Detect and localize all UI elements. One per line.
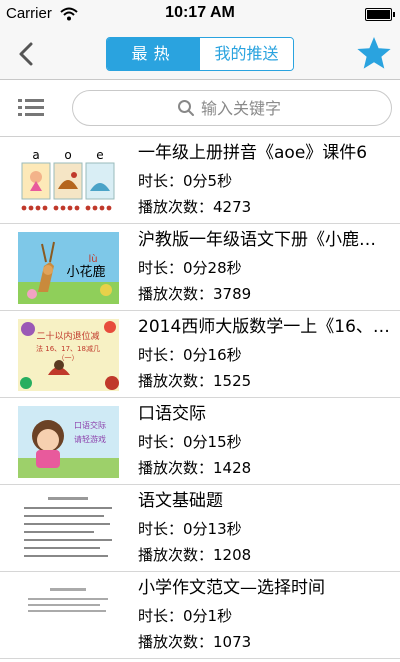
thumb-pinyin: lù: [88, 253, 97, 265]
list-item[interactable]: lù 小花鹿 沪教版一年级语文下册《小鹿的玫瑰花》 时长：0分28秒 播放次数：…: [0, 224, 400, 311]
item-duration: 时长：0分16秒: [138, 346, 242, 364]
item-title: 小学作文范文—选择时间: [138, 578, 325, 598]
item-title: 语文基础题: [138, 491, 223, 511]
status-time: 10:17 AM: [165, 4, 235, 21]
item-duration: 时长：0分28秒: [138, 259, 242, 277]
item-play-count: 播放次数：1525: [138, 372, 252, 390]
item-duration: 时长：0分5秒: [138, 172, 233, 190]
item-duration: 时长：0分1秒: [138, 607, 233, 625]
thumbnail: [18, 580, 119, 652]
list-item[interactable]: 小学作文范文—选择时间 时长：0分1秒 播放次数：1073: [0, 572, 400, 659]
thumbnail: 口语交际 请轻游戏: [18, 406, 119, 478]
thumbnail: 二十以内退位减 法 16、17、18减几 （一）: [18, 319, 119, 391]
thumb-caption: 口语交际: [74, 420, 106, 430]
item-duration: 时长：0分15秒: [138, 433, 242, 451]
thumb-letter: e: [96, 148, 103, 162]
battery-icon: [365, 8, 395, 21]
tab-my-push[interactable]: 我的推送: [200, 38, 293, 70]
search-box[interactable]: [72, 90, 392, 126]
thumb-letter: o: [64, 148, 71, 162]
item-play-count: 播放次数：1208: [138, 546, 252, 564]
segmented-control: 最热 我的推送: [106, 37, 294, 71]
favorite-button[interactable]: [354, 34, 394, 74]
thumb-caption: 法 16、17、18减几: [36, 344, 100, 353]
list-item[interactable]: 二十以内退位减 法 16、17、18减几 （一） 2014西师大版数学一上《16…: [0, 311, 400, 398]
search-row: [0, 81, 400, 137]
list-icon: [18, 99, 44, 116]
search-icon: [177, 99, 195, 121]
list-item[interactable]: 口语交际 请轻游戏 口语交际 时长：0分15秒 播放次数：1428: [0, 398, 400, 485]
nav-bar: 最热 我的推送: [0, 28, 400, 80]
search-input[interactable]: [201, 95, 381, 121]
thumb-caption: 二十以内退位减: [36, 330, 99, 342]
back-button[interactable]: [10, 38, 44, 70]
thumb-caption: （一）: [58, 354, 79, 362]
menu-button[interactable]: [18, 97, 44, 119]
item-title: 沪教版一年级语文下册《小鹿的玫瑰花》: [138, 230, 392, 250]
thumb-caption: 请轻游戏: [74, 434, 106, 444]
thumbnail: [18, 493, 119, 565]
list-item[interactable]: a o e 一年级上册拼音《aoe》课件6 时长：0分5秒 播放次数：4273: [0, 137, 400, 224]
thumb-caption: 小花鹿: [66, 264, 105, 280]
item-title: 一年级上册拼音《aoe》课件6: [138, 143, 368, 163]
item-play-count: 播放次数：3789: [138, 285, 252, 303]
video-list: a o e 一年级上册拼音《aoe》课件6 时长：0分5秒 播放次数：4273 …: [0, 137, 400, 659]
item-play-count: 播放次数：4273: [138, 198, 252, 216]
thumbnail: a o e: [18, 145, 119, 217]
status-bar: Carrier 10:17 AM: [0, 0, 400, 28]
item-title: 口语交际: [138, 404, 206, 424]
tab-hottest[interactable]: 最热: [107, 38, 200, 70]
thumb-letter: a: [32, 148, 39, 162]
list-item[interactable]: 语文基础题 时长：0分13秒 播放次数：1208: [0, 485, 400, 572]
item-duration: 时长：0分13秒: [138, 520, 242, 538]
thumbnail: lù 小花鹿: [18, 232, 119, 304]
item-play-count: 播放次数：1073: [138, 633, 252, 651]
item-play-count: 播放次数：1428: [138, 459, 252, 477]
star-icon: [357, 37, 391, 69]
item-title: 2014西师大版数学一上《16、17、18减几》: [138, 317, 392, 337]
chevron-left-icon: [19, 42, 33, 66]
